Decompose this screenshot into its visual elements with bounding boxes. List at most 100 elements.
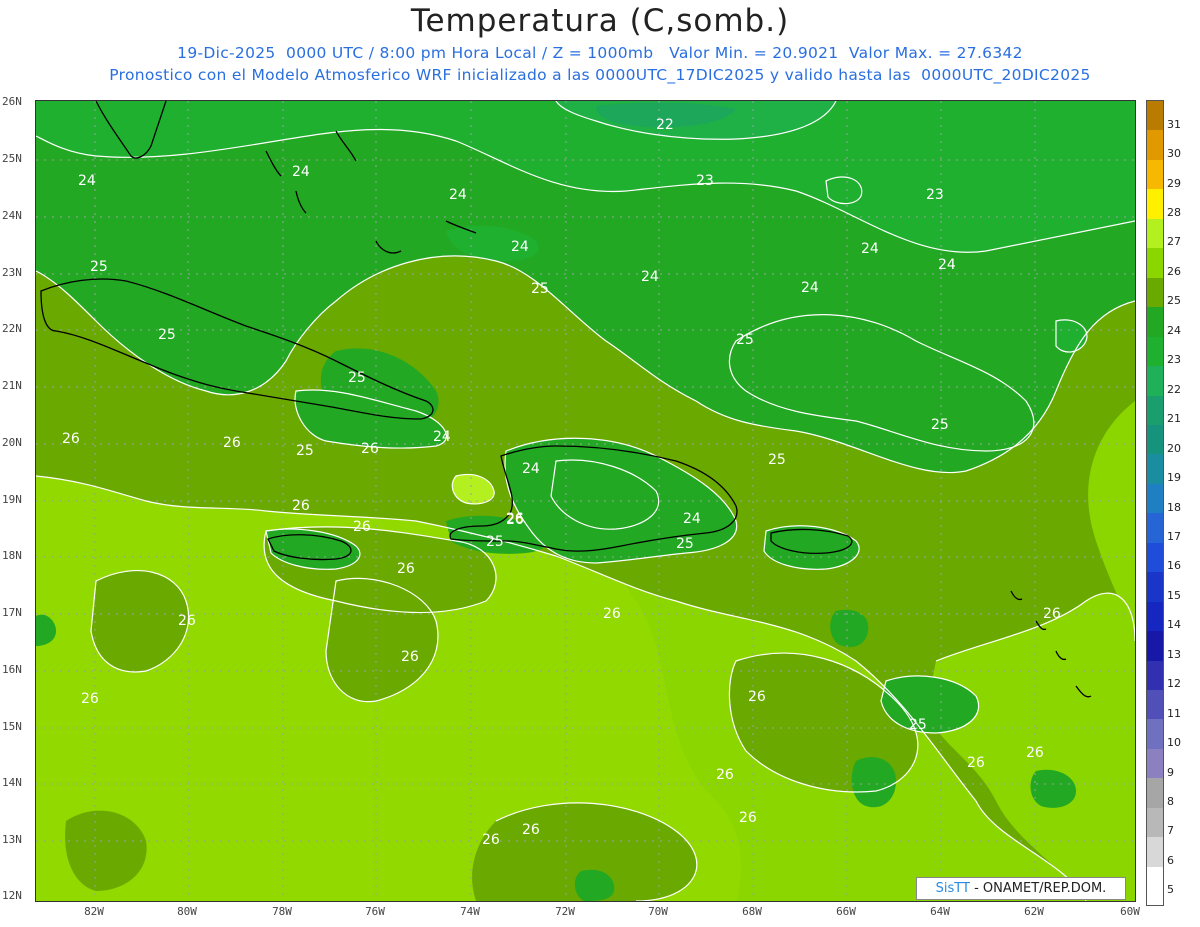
contour-label: 25 (676, 536, 694, 552)
colorbar-label: 26 (1167, 264, 1181, 278)
contour-label: 26 (748, 689, 766, 705)
contour-label: 23 (926, 187, 944, 203)
colorbar-swatch (1147, 513, 1163, 544)
contour-label: 24 (433, 429, 451, 445)
lat-label: 14N (2, 776, 22, 789)
lat-label: 21N (2, 379, 22, 392)
contour-label: 24 (861, 241, 879, 257)
contour-label: 26 (1043, 606, 1061, 622)
contour-label: 22 (656, 117, 674, 133)
contour-label: 25 (931, 417, 949, 433)
credit-text: - ONAMET/REP.DOM. (969, 881, 1107, 896)
colorbar-swatch (1147, 778, 1163, 809)
colorbar-label: 17 (1167, 529, 1181, 543)
band-24-blob (851, 757, 896, 808)
contour-label: 26 (62, 431, 80, 447)
colorbar-swatch (1147, 572, 1163, 603)
lon-label: 60W (1120, 905, 1140, 918)
contour-label: 24 (522, 461, 540, 477)
colorbar-label: 21 (1167, 412, 1181, 426)
lon-label: 76W (365, 905, 385, 918)
contour-label: 26 (292, 498, 310, 514)
colorbar-label: 30 (1167, 147, 1181, 161)
colorbar-swatch (1147, 101, 1163, 132)
colorbar-swatch (1147, 366, 1163, 397)
colorbar-swatch (1147, 189, 1163, 220)
colorbar-swatch (1147, 336, 1163, 368)
colorbar-swatch (1147, 159, 1163, 191)
contour-label: 26 (967, 755, 985, 771)
contour-label: 26 (361, 441, 379, 457)
contour-label: 26 (223, 435, 241, 451)
lon-label: 80W (177, 905, 197, 918)
lon-label: 82W (84, 905, 104, 918)
contour-label: 25 (486, 534, 504, 550)
contour-label: 26 (739, 810, 757, 826)
lat-label: 22N (2, 322, 22, 335)
contour-label: 26 (603, 606, 621, 622)
colorbar-swatch (1147, 837, 1163, 868)
lat-label: 19N (2, 493, 22, 506)
lon-label: 78W (272, 905, 292, 918)
contour-label: 26 (353, 519, 371, 535)
colorbar-swatch (1147, 248, 1163, 279)
lat-label: 23N (2, 266, 22, 279)
colorbar-swatch (1147, 130, 1163, 161)
colorbar-swatch (1147, 424, 1163, 456)
lat-label: 16N (2, 663, 22, 676)
colorbar-label: 13 (1167, 647, 1181, 661)
colorbar-label: 5 (1167, 883, 1174, 897)
contour-label: 26 (81, 691, 99, 707)
lon-label: 74W (460, 905, 480, 918)
colorbar-label: 10 (1167, 736, 1181, 750)
lat-label: 12N (2, 889, 22, 902)
colorbar-label: 19 (1167, 471, 1181, 485)
lat-label: 18N (2, 549, 22, 562)
contour-label: 25 (296, 443, 314, 459)
contour-label: 24 (641, 269, 659, 285)
colorbar-label: 23 (1167, 353, 1181, 367)
contour-label: 25 (531, 281, 549, 297)
map-title: Temperatura (C,somb.) (410, 3, 790, 39)
colorbar-label: 6 (1167, 853, 1174, 867)
contour-label: 26 (506, 512, 524, 528)
colorbar-label: 12 (1167, 677, 1181, 691)
contour-label: 25 (768, 452, 786, 468)
colorbar-label: 11 (1167, 706, 1181, 720)
contour-label: 24 (683, 511, 701, 527)
contour-label: 25 (90, 259, 108, 275)
sistt-logo-text: SisTT (935, 881, 970, 896)
lat-label: 13N (2, 833, 22, 846)
colorbar-swatch (1147, 660, 1163, 691)
contour-label: 26 (1026, 745, 1044, 761)
contour-label: 24 (449, 187, 467, 203)
colorbar-swatch (1147, 454, 1163, 485)
temperature-map-svg: 22 23 23 24 24 24 24 24 24 24 24 25 25 2… (36, 101, 1135, 901)
contour-label: 26 (401, 649, 419, 665)
colorbar-label: 9 (1167, 765, 1174, 779)
colorbar-swatch (1147, 690, 1163, 721)
contour-label: 26 (397, 561, 415, 577)
contour-label: 24 (78, 173, 96, 189)
colorbar-label: 27 (1167, 235, 1181, 249)
colorbar-label: 20 (1167, 441, 1181, 455)
map-subtitle-date: 19-Dic-2025 0000 UTC / 8:00 pm Hora Loca… (177, 44, 1023, 62)
contour-label: 23 (696, 173, 714, 189)
lat-label: 17N (2, 606, 22, 619)
colorbar-label: 7 (1167, 824, 1174, 838)
contour-label: 25 (736, 332, 754, 348)
colorbar-label: 15 (1167, 588, 1181, 602)
credit-box: SisTT - ONAMET/REP.DOM. (916, 877, 1126, 900)
lon-label: 70W (648, 905, 668, 918)
contour-label: 25 (909, 717, 927, 733)
band-24-blob (830, 609, 869, 648)
colorbar-swatch (1147, 748, 1163, 780)
map-subtitle-model: Pronostico con el Modelo Atmosferico WRF… (109, 66, 1091, 84)
contour-label: 26 (482, 832, 500, 848)
colorbar-label: 29 (1167, 176, 1181, 190)
colorbar-swatch (1147, 483, 1163, 515)
colorbar-swatch (1147, 866, 1163, 898)
temperature-map: 22 23 23 24 24 24 24 24 24 24 24 25 25 2… (35, 100, 1136, 902)
lat-label: 20N (2, 436, 22, 449)
colorbar-label: 24 (1167, 323, 1181, 337)
